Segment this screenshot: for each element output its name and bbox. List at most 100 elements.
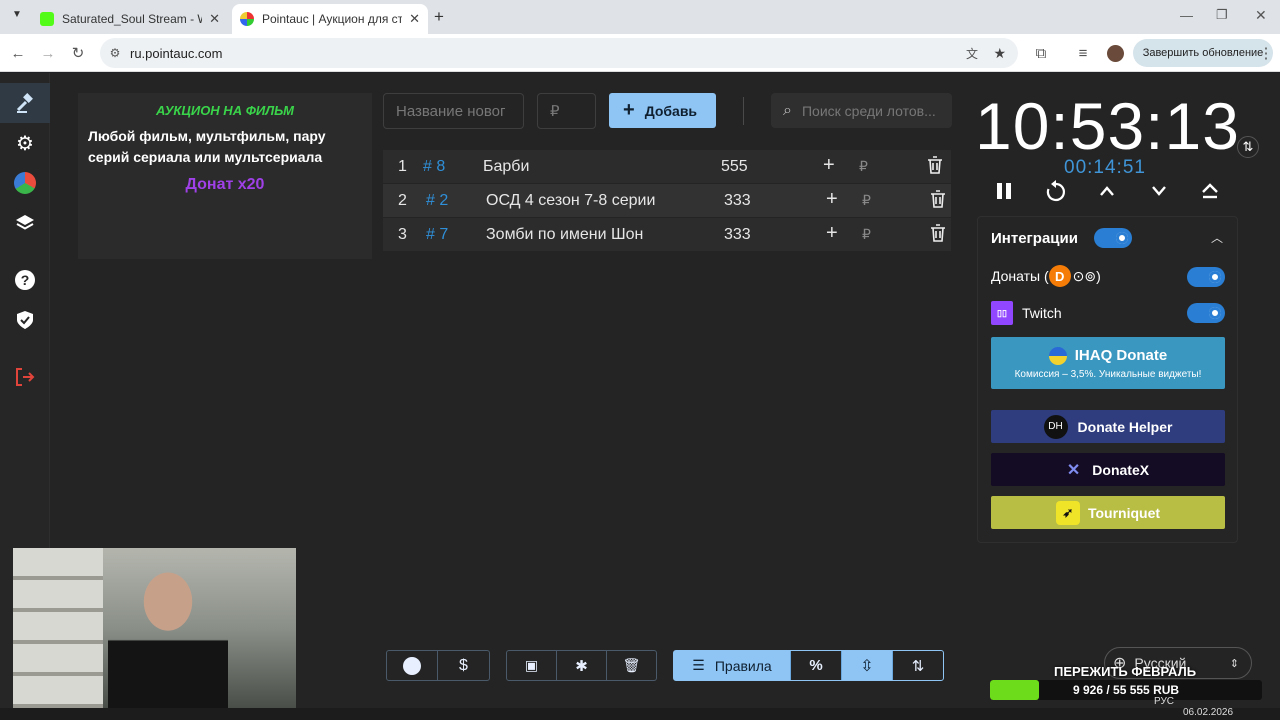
nav-settings-gear-icon[interactable]: ⚙ [0, 123, 50, 163]
search-placeholder: Поиск среди лотов... [801, 102, 936, 119]
bug-report-icon[interactable]: ✱ [557, 651, 607, 680]
tab-pointauc[interactable]: Pointauc | Аукцион для стриме ✕ [232, 4, 428, 34]
save-icon[interactable]: ▣ [507, 651, 557, 680]
lot-search-input[interactable]: ⌕ Поиск среди лотов... [771, 93, 952, 128]
bookmark-star-icon[interactable]: ★ [993, 45, 1006, 62]
profile-avatar[interactable] [1104, 34, 1126, 72]
clear-lots-icon[interactable]: 🗑 [607, 651, 656, 680]
webcam-shelf [13, 548, 103, 708]
sub-timer: 00:14:51 [1064, 157, 1146, 178]
lot-rank: 1 [398, 158, 407, 175]
window-close-icon[interactable]: ✕ [1255, 7, 1267, 24]
ihaq-subtitle: Комиссия – 3,5%. Уникальные виджеты! [1014, 368, 1202, 380]
lot-amount[interactable]: 333 [724, 226, 751, 244]
tray-date: 06.02.2026 [1183, 707, 1234, 718]
ihaq-title-row: IHAQ Donate [1048, 346, 1167, 365]
collapse-chevron-icon[interactable]: ︿ [1211, 229, 1223, 246]
donatex-button[interactable]: ✕ DonateX [991, 453, 1225, 486]
update-button[interactable]: Завершить обновление [1133, 39, 1273, 67]
integrations-toggle[interactable] [1094, 228, 1132, 248]
tab-list-chevron-icon[interactable]: ▼ [8, 9, 26, 25]
lot-name[interactable]: ОСД 4 сезон 7-8 серии [486, 192, 655, 210]
address-bar[interactable]: ⚙ ru.pointauc.com 文 ★ [100, 38, 1018, 68]
browser-menu-icon[interactable]: ⋮ [1256, 34, 1276, 72]
percent-icon[interactable]: % [791, 651, 842, 680]
delete-trash-icon[interactable] [927, 156, 943, 179]
donations-toggle[interactable] [1187, 267, 1225, 287]
lot-amount[interactable]: 555 [721, 158, 748, 176]
lot-name-input[interactable]: Название новог [383, 93, 524, 129]
add-amount-plus-icon[interactable]: + [826, 188, 838, 211]
nav-shield-icon[interactable] [0, 300, 50, 340]
lot-amount-input[interactable]: ₽ [537, 93, 596, 129]
media-control-icon[interactable]: ≡ [1072, 34, 1094, 72]
lot-currency: ₽ [862, 226, 871, 242]
donate-dollar-icon[interactable]: $ [438, 651, 489, 680]
nav-wheel-icon[interactable] [0, 163, 50, 203]
lot-name[interactable]: Барби [483, 158, 529, 176]
links-button-group: $ [386, 650, 490, 681]
translate-icon[interactable]: 文 [966, 45, 978, 62]
double-up-icon[interactable] [1196, 177, 1224, 205]
reset-icon[interactable] [1042, 177, 1070, 205]
close-tab-icon[interactable]: ✕ [209, 11, 220, 27]
twitch-toggle[interactable] [1187, 303, 1225, 323]
maximize-icon[interactable]: ❐ [1216, 7, 1228, 23]
browser-toolbar: ← → ↻ ⚙ ru.pointauc.com 文 ★ ⧉ ≡ Завершит… [0, 34, 1280, 72]
nav-layers-icon[interactable] [0, 203, 50, 243]
chevron-down-icon[interactable] [1145, 177, 1173, 205]
lot-name-placeholder: Название новог [396, 102, 506, 120]
back-icon[interactable]: ← [6, 34, 30, 72]
site-settings-icon[interactable]: ⚙ [100, 46, 130, 60]
tourniquet-button[interactable]: ➶ Tourniquet [991, 496, 1225, 529]
ihaq-donate-button[interactable]: IHAQ Donate Комиссия – 3,5%. Уникальные … [991, 337, 1225, 389]
donationalerts-icon: D [1048, 265, 1071, 287]
chevron-up-icon[interactable] [1093, 177, 1121, 205]
donate-helper-logo-icon: DH [1043, 414, 1068, 439]
ihaq-logo-icon [1048, 346, 1067, 365]
rules-toggle-button[interactable]: ☰ Правила [674, 651, 791, 680]
webcam-person [108, 556, 228, 708]
compact-view-icon[interactable]: ⇳ [842, 651, 893, 680]
github-icon[interactable] [387, 651, 438, 680]
search-icon: ⌕ [783, 101, 792, 119]
delete-trash-icon[interactable] [930, 190, 946, 213]
add-amount-plus-icon[interactable]: + [823, 154, 835, 177]
rules-footer: Донат x20 [185, 176, 265, 193]
new-tab-icon[interactable]: + [434, 7, 444, 27]
delete-trash-icon[interactable] [930, 224, 946, 247]
lot-name[interactable]: Зомби по имени Шон [486, 226, 643, 244]
rules-list-icon: ☰ [692, 657, 705, 673]
plus-icon: + [623, 99, 635, 121]
rules-title: АУКЦИОН НА ФИЛЬМ [156, 103, 294, 118]
rules-body: Любой фильм, мультфильм, пару серий сери… [88, 128, 326, 165]
sort-icon[interactable]: ⇅ [893, 651, 943, 680]
reload-icon[interactable]: ↻ [66, 34, 90, 72]
lot-id: # 8 [423, 158, 446, 175]
forward-icon[interactable]: → [36, 34, 60, 72]
rules-button-label: Правила [714, 657, 772, 674]
actions-button-group: ▣ ✱ 🗑 [506, 650, 657, 681]
lot-rank: 2 [398, 192, 407, 209]
browser-tab-bar: ▼ Saturated_Soul Stream - Watch ✕ Pointa… [0, 0, 1280, 34]
close-tab-icon[interactable]: ✕ [409, 11, 420, 27]
integrations-panel: Интеграции ︿ Донаты ( D ⊙⊚ ) ▯▯ Twitch I… [977, 216, 1238, 543]
add-amount-plus-icon[interactable]: + [826, 222, 838, 245]
nav-logout-icon[interactable] [0, 357, 50, 397]
lot-amount[interactable]: 333 [724, 192, 751, 210]
kick-favicon-icon [40, 12, 54, 26]
nav-help-icon[interactable]: ? [0, 260, 50, 300]
minimize-icon[interactable]: — [1180, 8, 1193, 23]
tab-saturated-soul[interactable]: Saturated_Soul Stream - Watch ✕ [32, 4, 228, 34]
tab-title: Pointauc | Аукцион для стриме [262, 12, 402, 26]
nav-auction-hammer-icon[interactable] [0, 83, 50, 123]
add-lot-button[interactable]: + Добавь [609, 93, 716, 128]
swap-timer-icon[interactable]: ⇅ [1237, 136, 1259, 158]
extensions-icon[interactable]: ⧉ [1030, 34, 1052, 72]
tab-title: Saturated_Soul Stream - Watch [62, 12, 202, 26]
donate-helper-button[interactable]: DH Donate Helper [991, 410, 1225, 443]
auction-rules-card: АУКЦИОН НА ФИЛЬМ Любой фильм, мультфильм… [78, 93, 372, 259]
pause-icon[interactable] [990, 177, 1018, 205]
select-chevron-icon: ⇕ [1229, 657, 1239, 670]
tourniquet-logo-icon: ➶ [1055, 500, 1080, 525]
